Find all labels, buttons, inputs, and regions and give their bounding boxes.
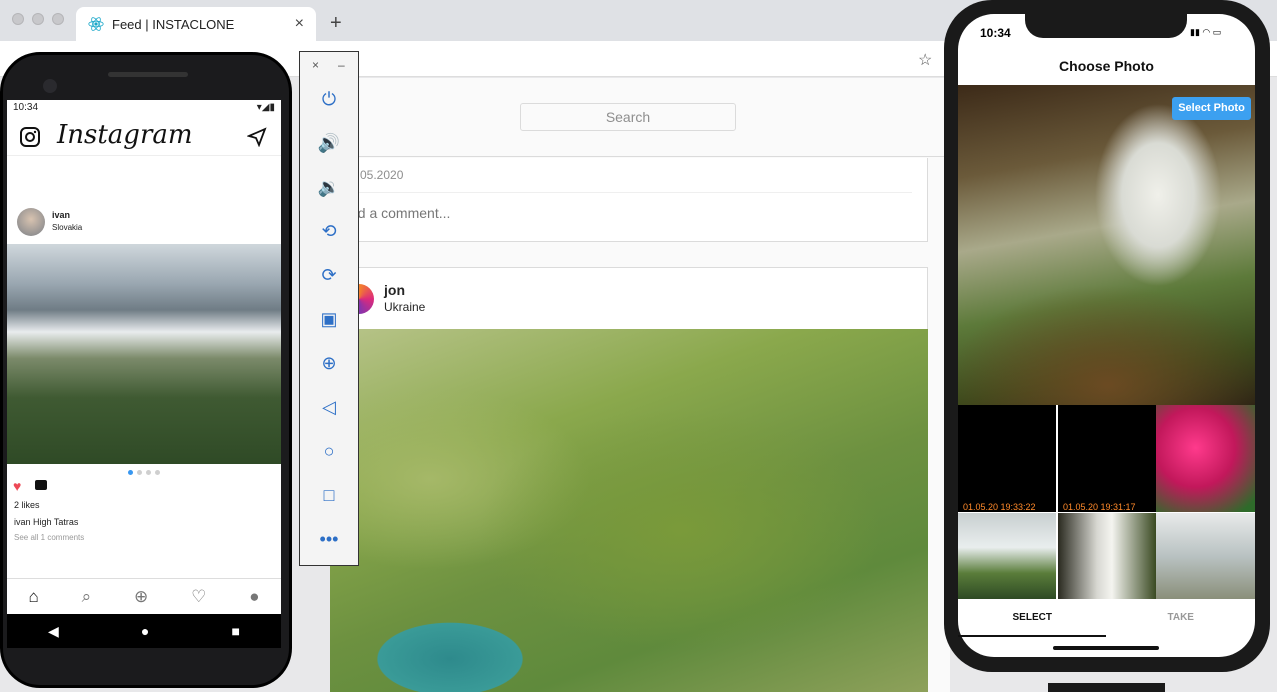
tab-select[interactable]: SELECT <box>958 599 1107 637</box>
photo-thumbnail[interactable] <box>1058 513 1156 599</box>
photo-thumbnail[interactable] <box>958 513 1056 599</box>
new-tab-button[interactable]: + <box>330 12 342 35</box>
react-icon <box>88 17 104 31</box>
rotate-right-icon[interactable]: ⟳ <box>300 265 358 286</box>
more-icon[interactable]: ••• <box>300 529 358 550</box>
app-title: Instagram <box>57 120 193 150</box>
app-header: Instagram <box>7 118 281 156</box>
status-icons: ▮▮ ◠ ▭ <box>1190 27 1222 37</box>
status-time: 10:34 <box>13 102 39 113</box>
tab-close-icon[interactable]: × <box>295 15 304 33</box>
emulator-minimize-icon[interactable]: – <box>338 58 345 72</box>
selected-photo-preview <box>958 85 1255 405</box>
device-stand <box>1048 683 1165 692</box>
screenshot-icon[interactable]: ▣ <box>300 309 358 330</box>
tab-title: Feed | INSTACLONE <box>112 16 235 32</box>
send-icon[interactable] <box>247 127 267 147</box>
thumbnail-timestamp: 01.05.20 19:33:22 <box>963 502 1036 512</box>
camera-icon[interactable] <box>19 126 41 148</box>
emulator-close-icon[interactable]: × <box>312 58 319 72</box>
post-date: 05.2020 <box>360 168 404 182</box>
carousel-dot[interactable] <box>155 470 160 475</box>
post-caption: ivan High Tatras <box>14 517 79 527</box>
heart-outline-icon[interactable]: ♡ <box>191 587 206 607</box>
system-nav-bar: ◀ ● ■ <box>7 614 281 648</box>
home-indicator <box>1053 646 1159 650</box>
tab-take[interactable]: TAKE <box>1107 599 1256 637</box>
post-divider <box>350 192 912 193</box>
browser-tab[interactable]: Feed | INSTACLONE × <box>76 7 316 41</box>
carousel-dot[interactable] <box>128 470 133 475</box>
status-time: 10:34 <box>980 26 1011 40</box>
search-icon[interactable]: ⌕ <box>82 587 92 607</box>
view-comments-link[interactable]: See all 1 comments <box>14 533 84 542</box>
home-icon[interactable]: ⌂ <box>28 587 38 607</box>
search-input[interactable]: Search <box>520 103 736 131</box>
post-username[interactable]: jon <box>384 282 405 298</box>
photo-thumbnail[interactable]: 01.05.20 19:31:17 <box>1058 405 1156 512</box>
header-divider <box>330 156 950 157</box>
carousel-dot[interactable] <box>137 470 142 475</box>
window-zoom-light[interactable] <box>52 13 64 25</box>
status-bar: 10:34 ▾◢▮ <box>13 102 275 113</box>
emulator-toolbar: × – ⏻ 🔊 🔉 ⟲ ⟳ ▣ ⊕ ◁ ○ □ ••• <box>299 51 359 566</box>
post-card <box>330 158 928 242</box>
bookmark-star-icon[interactable]: ☆ <box>918 50 932 70</box>
heart-icon[interactable]: ♥ <box>13 478 21 494</box>
photo-thumbnail[interactable]: 01.05.20 19:33:22 <box>958 405 1056 512</box>
comment-input[interactable]: dd a comment... <box>350 205 450 221</box>
window-close-light[interactable] <box>12 13 24 25</box>
select-photo-button[interactable]: Select Photo <box>1172 97 1251 120</box>
speaker-grille <box>108 72 188 77</box>
post-username[interactable]: ivan <box>52 210 70 220</box>
post-location: Ukraine <box>384 300 426 314</box>
home-circle-icon[interactable]: ● <box>141 623 149 639</box>
power-icon[interactable]: ⏻ <box>300 89 358 110</box>
likes-count: 2 likes <box>14 500 40 510</box>
window-minimize-light[interactable] <box>32 13 44 25</box>
photo-thumbnail[interactable] <box>1156 513 1255 599</box>
home-icon[interactable]: ○ <box>300 441 358 462</box>
volume-down-icon[interactable]: 🔉 <box>300 177 358 198</box>
thumbnail-timestamp: 01.05.20 19:31:17 <box>1063 502 1136 512</box>
page-title: Choose Photo <box>1059 58 1154 74</box>
post-image <box>7 244 281 464</box>
back-icon[interactable]: ◁ <box>300 397 358 418</box>
iphone-notch <box>1025 14 1187 38</box>
photo-source-tabs: SELECT TAKE <box>958 599 1255 637</box>
carousel-dot[interactable] <box>146 470 151 475</box>
add-post-icon[interactable]: ⊕ <box>134 587 148 607</box>
zoom-icon[interactable]: ⊕ <box>300 353 358 374</box>
active-tab-indicator <box>958 635 1106 637</box>
post-image <box>330 329 928 692</box>
bottom-nav: ⌂ ⌕ ⊕ ♡ ● <box>7 578 281 614</box>
carousel-dots <box>7 470 281 475</box>
rotate-left-icon[interactable]: ⟲ <box>300 221 358 242</box>
post-location: Slovakia <box>52 223 83 232</box>
avatar[interactable] <box>17 208 45 236</box>
recents-icon[interactable]: ■ <box>231 623 239 639</box>
comment-icon[interactable] <box>35 480 47 490</box>
volume-up-icon[interactable]: 🔊 <box>300 133 358 154</box>
overview-icon[interactable]: □ <box>300 485 358 506</box>
back-icon[interactable]: ◀ <box>48 623 59 640</box>
photo-thumbnail[interactable] <box>1156 405 1255 512</box>
android-screen: 10:34 ▾◢▮ Instagram ivan Slovakia ♥ 2 lik… <box>7 100 281 648</box>
camera-icon <box>43 79 57 93</box>
profile-icon[interactable]: ● <box>249 587 259 607</box>
